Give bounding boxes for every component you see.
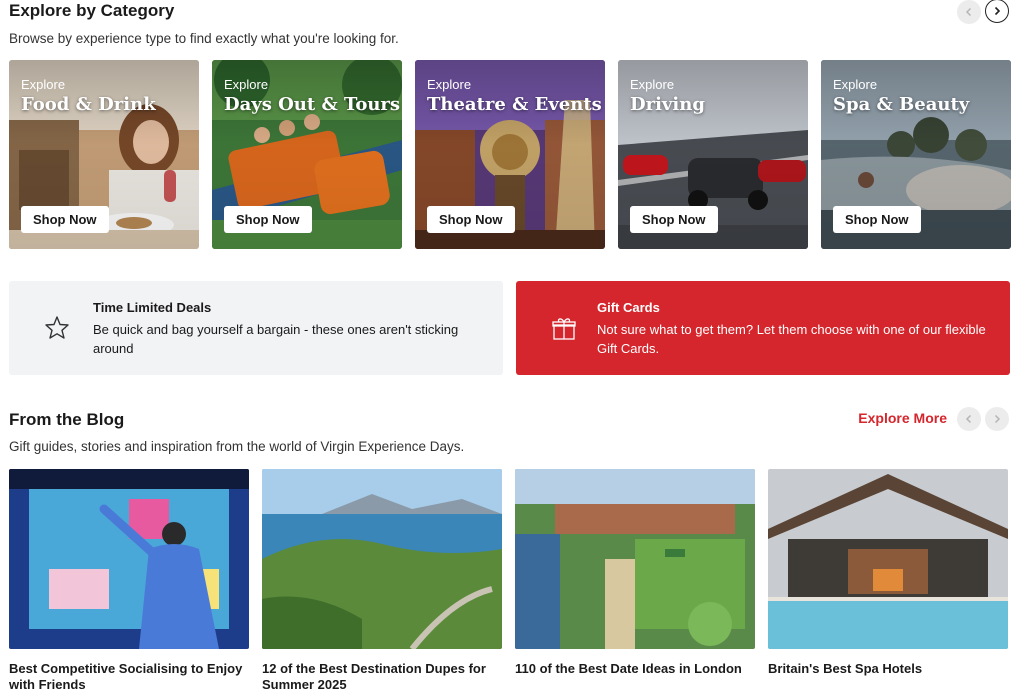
category-card-spa-beauty[interactable]: Explore Spa & Beauty Shop Now [821,60,1011,249]
gift-icon [552,318,576,340]
blog-carousel: Best Competitive Socialising to Enjoy wi… [9,469,1008,690]
gift-cards-title: Gift Cards [597,300,660,315]
category-section-title: Explore by Category [9,1,175,20]
gift-cards-banner[interactable]: Gift Cards Not sure what to get them? Le… [516,281,1010,375]
time-limited-deals-banner[interactable]: Time Limited Deals Be quick and bag your… [9,281,503,375]
category-section-subtitle: Browse by experience type to find exactl… [9,31,399,46]
category-explore-label: Explore [630,77,675,92]
blog-section-subtitle: Gift guides, stories and inspiration fro… [9,439,465,454]
chevron-right-icon [994,6,1001,16]
category-card-theatre-events[interactable]: Explore Theatre & Events Shop Now [415,60,605,249]
blog-card[interactable]: Best Competitive Socialising to Enjoy wi… [9,469,249,690]
gift-cards-description: Not sure what to get them? Let them choo… [597,322,986,356]
category-name: Days Out & Tours [224,94,401,115]
blog-image [262,469,502,649]
category-explore-label: Explore [224,77,269,92]
shop-now-button[interactable]: Shop Now [630,206,718,233]
blog-card[interactable]: Britain's Best Spa Hotels [768,469,1008,690]
chevron-right-icon [994,414,1001,424]
shop-now-button[interactable]: Shop Now [21,206,109,233]
explore-more-link[interactable]: Explore More [858,410,947,426]
category-name: Food & Drink [21,94,156,115]
blog-image [768,469,1008,649]
shop-now-button[interactable]: Shop Now [833,206,921,233]
blog-title: Best Competitive Socialising to Enjoy wi… [9,661,243,690]
blog-title: Britain's Best Spa Hotels [768,661,923,676]
blog-next-button[interactable] [985,407,1009,431]
blog-image [515,469,755,649]
deals-title: Time Limited Deals [93,300,212,315]
chevron-left-icon [965,7,972,17]
category-explore-label: Explore [21,77,66,92]
category-next-button[interactable] [985,0,1009,23]
blog-title: 12 of the Best Destination Dupes for Sum… [262,661,486,690]
blog-card[interactable]: 110 of the Best Date Ideas in London [515,469,755,690]
blog-title: 110 of the Best Date Ideas in London [515,661,742,676]
category-prev-button[interactable] [957,0,981,24]
category-carousel: Explore Food & Drink Shop Now Explore Da… [9,60,1011,249]
category-name: Driving [630,94,705,115]
category-name: Theatre & Events [427,94,602,115]
blog-prev-button[interactable] [957,407,981,431]
deals-description: Be quick and bag yourself a bargain - th… [93,322,459,356]
shop-now-button[interactable]: Shop Now [224,206,312,233]
blog-section-title: From the Blog [9,410,125,429]
category-explore-label: Explore [833,77,878,92]
chevron-left-icon [965,414,972,424]
category-card-days-out-tours[interactable]: Explore Days Out & Tours Shop Now [212,60,402,249]
category-explore-label: Explore [427,77,472,92]
category-card-driving[interactable]: Explore Driving Shop Now [618,60,808,249]
category-name: Spa & Beauty [833,94,970,115]
category-card-food-drink[interactable]: Explore Food & Drink Shop Now [9,60,199,249]
blog-card[interactable]: 12 of the Best Destination Dupes for Sum… [262,469,502,690]
shop-now-button[interactable]: Shop Now [427,206,515,233]
blog-image [9,469,249,649]
star-icon [45,316,69,339]
